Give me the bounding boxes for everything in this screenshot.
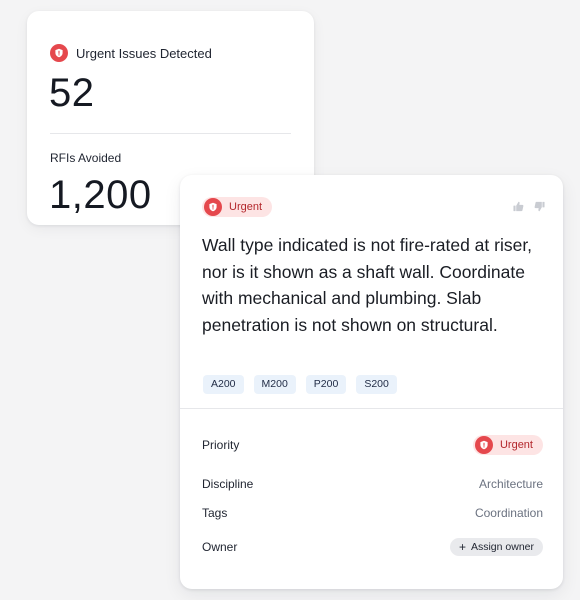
urgent-badge: Urgent xyxy=(202,197,273,217)
thumbs-up-icon[interactable] xyxy=(513,201,524,212)
owner-row: Owner + Assign owner xyxy=(202,538,543,556)
rfis-avoided-label: RFIs Avoided xyxy=(50,151,122,165)
feedback-buttons xyxy=(513,201,545,212)
sheet-tag[interactable]: S200 xyxy=(356,375,397,394)
tags-label: Tags xyxy=(202,506,228,520)
urgent-badge-label: Urgent xyxy=(229,201,263,213)
card-divider xyxy=(180,408,563,409)
assign-owner-label: Assign owner xyxy=(470,541,534,553)
owner-label: Owner xyxy=(202,540,238,554)
assign-owner-button[interactable]: + Assign owner xyxy=(449,538,543,556)
shield-alert-icon xyxy=(204,198,222,216)
plus-icon: + xyxy=(458,540,466,554)
sheet-tags: A200 M200 P200 S200 xyxy=(203,375,397,394)
sheet-tag[interactable]: P200 xyxy=(305,375,347,394)
stats-divider xyxy=(50,133,291,134)
priority-row: Priority Urgent xyxy=(202,435,543,455)
rfis-avoided-value: 1,200 xyxy=(49,173,152,217)
priority-value-badge[interactable]: Urgent xyxy=(472,435,543,455)
stage: Urgent Issues Detected 52 RFIs Avoided 1… xyxy=(0,0,580,600)
shield-alert-icon xyxy=(474,436,493,454)
priority-label: Priority xyxy=(202,438,240,452)
issue-description: Wall type indicated is not fire-rated at… xyxy=(202,235,533,335)
sheet-tag[interactable]: M200 xyxy=(253,375,296,394)
discipline-value[interactable]: Architecture xyxy=(479,477,543,491)
sheet-tag[interactable]: A200 xyxy=(203,375,244,394)
shield-alert-icon xyxy=(50,44,68,62)
issue-card[interactable]: Urgent Wall type indicated is not fire-r… xyxy=(180,175,563,589)
discipline-row: Discipline Architecture xyxy=(202,477,543,491)
thumbs-down-icon[interactable] xyxy=(534,201,545,212)
urgent-issues-header: Urgent Issues Detected xyxy=(50,44,212,62)
tags-value[interactable]: Coordination xyxy=(475,506,543,520)
priority-value: Urgent xyxy=(499,439,533,451)
urgent-issues-value: 52 xyxy=(49,71,95,115)
tags-row: Tags Coordination xyxy=(202,506,543,520)
urgent-issues-label: Urgent Issues Detected xyxy=(76,45,212,61)
discipline-label: Discipline xyxy=(202,477,254,491)
